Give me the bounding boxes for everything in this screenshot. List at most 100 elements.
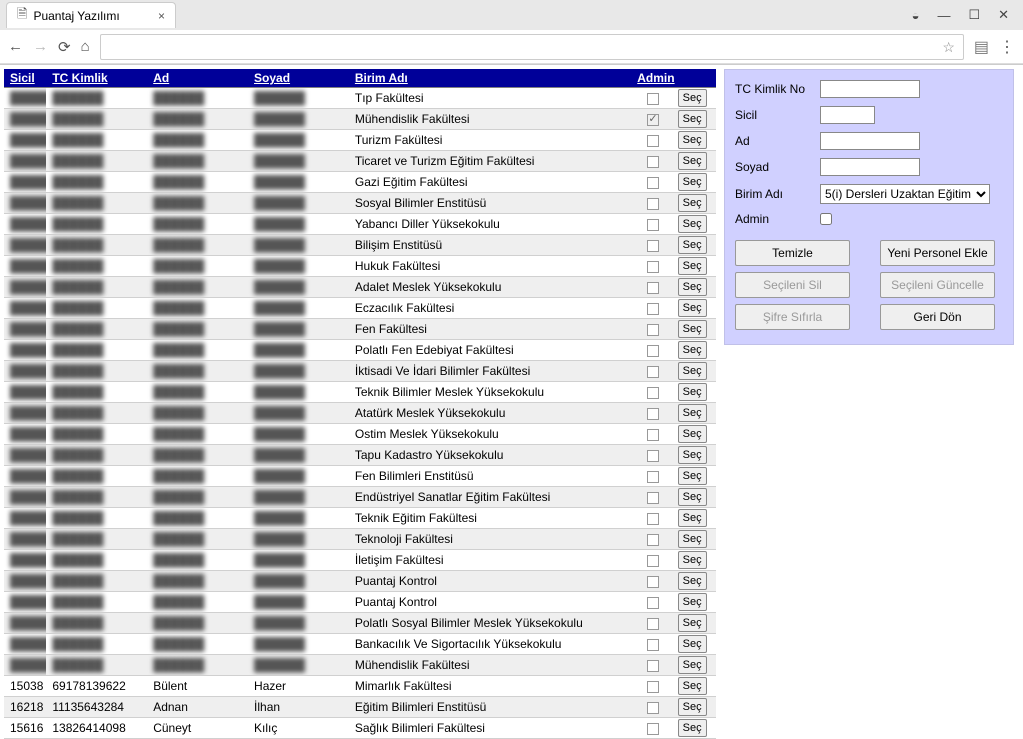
select-row-button[interactable]: Seç [678, 404, 707, 422]
table-cell: ██████ [46, 172, 147, 193]
soyad-input[interactable] [820, 158, 920, 176]
select-row-button[interactable]: Seç [678, 446, 707, 464]
nav-reload-icon[interactable]: ⟳ [58, 38, 71, 56]
select-row-button[interactable]: Seç [678, 425, 707, 443]
table-cell-admin [631, 529, 675, 550]
window-close-icon[interactable]: ✕ [998, 7, 1009, 23]
table-cell-admin [631, 277, 675, 298]
admin-checkbox-icon [647, 702, 659, 714]
select-row-button[interactable]: Seç [678, 509, 707, 527]
table-cell: ██████ [147, 550, 248, 571]
browser-chrome: 🗎 Puantaj Yazılımı × ◒ — ☐ ✕ ← → ⟳ ⌂ ☆ ▤… [0, 0, 1023, 65]
col-sicil[interactable]: Sicil [4, 69, 46, 88]
table-cell: ██████ [147, 655, 248, 676]
table-cell: ██████ [4, 319, 46, 340]
nav-back-icon[interactable]: ← [8, 38, 23, 55]
delete-selected-button[interactable]: Seçileni Sil [735, 272, 850, 298]
col-tc[interactable]: TC Kimlik [46, 69, 147, 88]
table-cell-select: Seç [676, 634, 716, 655]
ad-input[interactable] [820, 132, 920, 150]
table-header-row: Sicil TC Kimlik Ad Soyad Birim Adı Admin [4, 69, 716, 88]
table-cell-birim: Atatürk Meslek Yüksekokulu [349, 403, 631, 424]
table-cell-select: Seç [676, 613, 716, 634]
col-birim[interactable]: Birim Adı [349, 69, 631, 88]
window-maximize-icon[interactable]: ☐ [968, 7, 980, 23]
select-row-button[interactable]: Seç [678, 698, 707, 716]
table-cell: ██████ [46, 319, 147, 340]
update-selected-button[interactable]: Seçileni Güncelle [880, 272, 995, 298]
select-row-button[interactable]: Seç [678, 572, 707, 590]
table-row: ████████████████████████Puantaj KontrolS… [4, 571, 716, 592]
tc-input[interactable] [820, 80, 920, 98]
table-cell-select: Seç [676, 466, 716, 487]
table-cell: ██████ [248, 508, 349, 529]
select-row-button[interactable]: Seç [678, 635, 707, 653]
table-cell: ██████ [46, 550, 147, 571]
select-row-button[interactable]: Seç [678, 383, 707, 401]
select-row-button[interactable]: Seç [678, 551, 707, 569]
select-row-button[interactable]: Seç [678, 719, 707, 737]
select-row-button[interactable]: Seç [678, 593, 707, 611]
nav-home-icon[interactable]: ⌂ [81, 38, 90, 55]
table-cell: ██████ [4, 172, 46, 193]
reset-password-button[interactable]: Şifre Sıfırla [735, 304, 850, 330]
sicil-input[interactable] [820, 106, 875, 124]
select-row-button[interactable]: Seç [678, 131, 707, 149]
select-row-button[interactable]: Seç [678, 236, 707, 254]
profile-icon[interactable]: ◒ [912, 8, 920, 23]
col-soyad[interactable]: Soyad [248, 69, 349, 88]
col-admin[interactable]: Admin [631, 69, 675, 88]
select-row-button[interactable]: Seç [678, 278, 707, 296]
window-minimize-icon[interactable]: — [937, 8, 950, 23]
select-row-button[interactable]: Seç [678, 530, 707, 548]
clear-button[interactable]: Temizle [735, 240, 850, 266]
browser-tab[interactable]: 🗎 Puantaj Yazılımı × [6, 2, 176, 28]
table-cell: ██████ [4, 382, 46, 403]
table-cell: ██████ [147, 571, 248, 592]
admin-checkbox[interactable] [820, 213, 832, 225]
select-row-button[interactable]: Seç [678, 89, 707, 107]
table-cell: ██████ [4, 445, 46, 466]
table-row: ████████████████████████Gazi Eğitim Fakü… [4, 172, 716, 193]
col-ad[interactable]: Ad [147, 69, 248, 88]
browser-menu-icon[interactable]: ⋮ [999, 37, 1015, 57]
select-row-button[interactable]: Seç [678, 467, 707, 485]
table-row: ████████████████████████Hukuk FakültesiS… [4, 256, 716, 277]
table-cell-birim: Turizm Fakültesi [349, 130, 631, 151]
new-personnel-button[interactable]: Yeni Personel Ekle [880, 240, 995, 266]
table-cell: ██████ [4, 403, 46, 424]
birim-select[interactable]: 5(i) Dersleri Uzaktan Eğitim [820, 184, 990, 204]
table-row: ████████████████████████Yabancı Diller Y… [4, 214, 716, 235]
select-row-button[interactable]: Seç [678, 320, 707, 338]
select-row-button[interactable]: Seç [678, 299, 707, 317]
table-row: ████████████████████████Bilişim Enstitüs… [4, 235, 716, 256]
table-cell: ██████ [4, 298, 46, 319]
select-row-button[interactable]: Seç [678, 215, 707, 233]
select-row-button[interactable]: Seç [678, 488, 707, 506]
table-cell-birim: Bankacılık Ve Sigortacılık Yüksekokulu [349, 634, 631, 655]
select-row-button[interactable]: Seç [678, 257, 707, 275]
go-back-button[interactable]: Geri Dön [880, 304, 995, 330]
select-row-button[interactable]: Seç [678, 341, 707, 359]
table-cell: 16218 [4, 697, 46, 718]
browser-toolbar: ← → ⟳ ⌂ ☆ ▤ ⋮ [0, 30, 1023, 64]
select-row-button[interactable]: Seç [678, 677, 707, 695]
select-row-button[interactable]: Seç [678, 614, 707, 632]
table-cell: ██████ [46, 445, 147, 466]
tab-close-icon[interactable]: × [158, 9, 165, 23]
admin-checkbox-icon [647, 177, 659, 189]
label-tc: TC Kimlik No [735, 82, 820, 96]
select-row-button[interactable]: Seç [678, 362, 707, 380]
table-cell-admin [631, 361, 675, 382]
reader-icon[interactable]: ▤ [974, 37, 989, 57]
address-bar[interactable]: ☆ [100, 34, 964, 60]
bookmark-star-icon[interactable]: ☆ [942, 39, 955, 56]
select-row-button[interactable]: Seç [678, 194, 707, 212]
select-row-button[interactable]: Seç [678, 173, 707, 191]
select-row-button[interactable]: Seç [678, 110, 707, 128]
select-row-button[interactable]: Seç [678, 656, 707, 674]
select-row-button[interactable]: Seç [678, 152, 707, 170]
table-cell-select: Seç [676, 256, 716, 277]
table-row: ████████████████████████Tıp FakültesiSeç [4, 88, 716, 109]
table-cell: ██████ [147, 235, 248, 256]
